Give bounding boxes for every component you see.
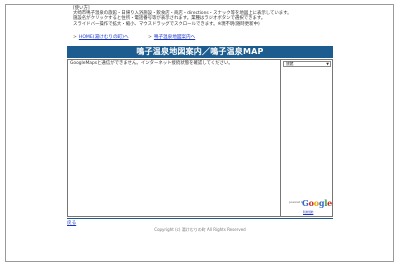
- google-logo: Google: [302, 198, 333, 208]
- arrow-icon: >: [73, 35, 77, 40]
- usage-line: スライドバー操作で拡大・縮小、マウスドラッグでスクロールできます。※現不明(随時…: [73, 21, 260, 27]
- category-select-value: 旅館: [286, 61, 294, 66]
- home-link-text[interactable]: HOME(湯けむりの町)へ: [79, 35, 129, 40]
- google-attribution: powered by Google 利用規約: [285, 198, 333, 216]
- terms-link[interactable]: 利用規約: [303, 210, 313, 214]
- chevron-down-icon: ▼: [326, 62, 329, 66]
- copyright-text: Copyright (c) 湯けむりの町 All Rights Reserved: [154, 227, 246, 232]
- map-canvas[interactable]: GoogleMapsと通信ができません。インターネット接続状態を確認してください…: [67, 59, 281, 217]
- arrow-icon: >: [148, 35, 152, 40]
- usage-instructions: [使い方] 大崎市鳴子温泉の旅館・日帰り入浴施設・飲食店・商店・directio…: [73, 6, 333, 27]
- category-select[interactable]: 旅館 ▼: [283, 61, 331, 67]
- home-link[interactable]: > HOME(湯けむりの町)へ: [73, 35, 129, 41]
- divider: [67, 218, 333, 219]
- onsen-map-link-text[interactable]: 鳴子温泉地図案内へ: [154, 35, 195, 40]
- map-error-message: GoogleMapsと通信ができません。インターネット接続状態を確認してください…: [70, 61, 233, 66]
- side-panel: 旅館 ▼ powered by Google 利用規約: [281, 59, 333, 217]
- nav-links: > HOME(湯けむりの町)へ > 鳴子温泉地図案内へ: [73, 35, 333, 42]
- onsen-map-link[interactable]: > 鳴子温泉地図案内へ: [148, 35, 195, 41]
- page-title: 鳴子温泉地図案内／鳴子温泉MAP: [67, 46, 333, 58]
